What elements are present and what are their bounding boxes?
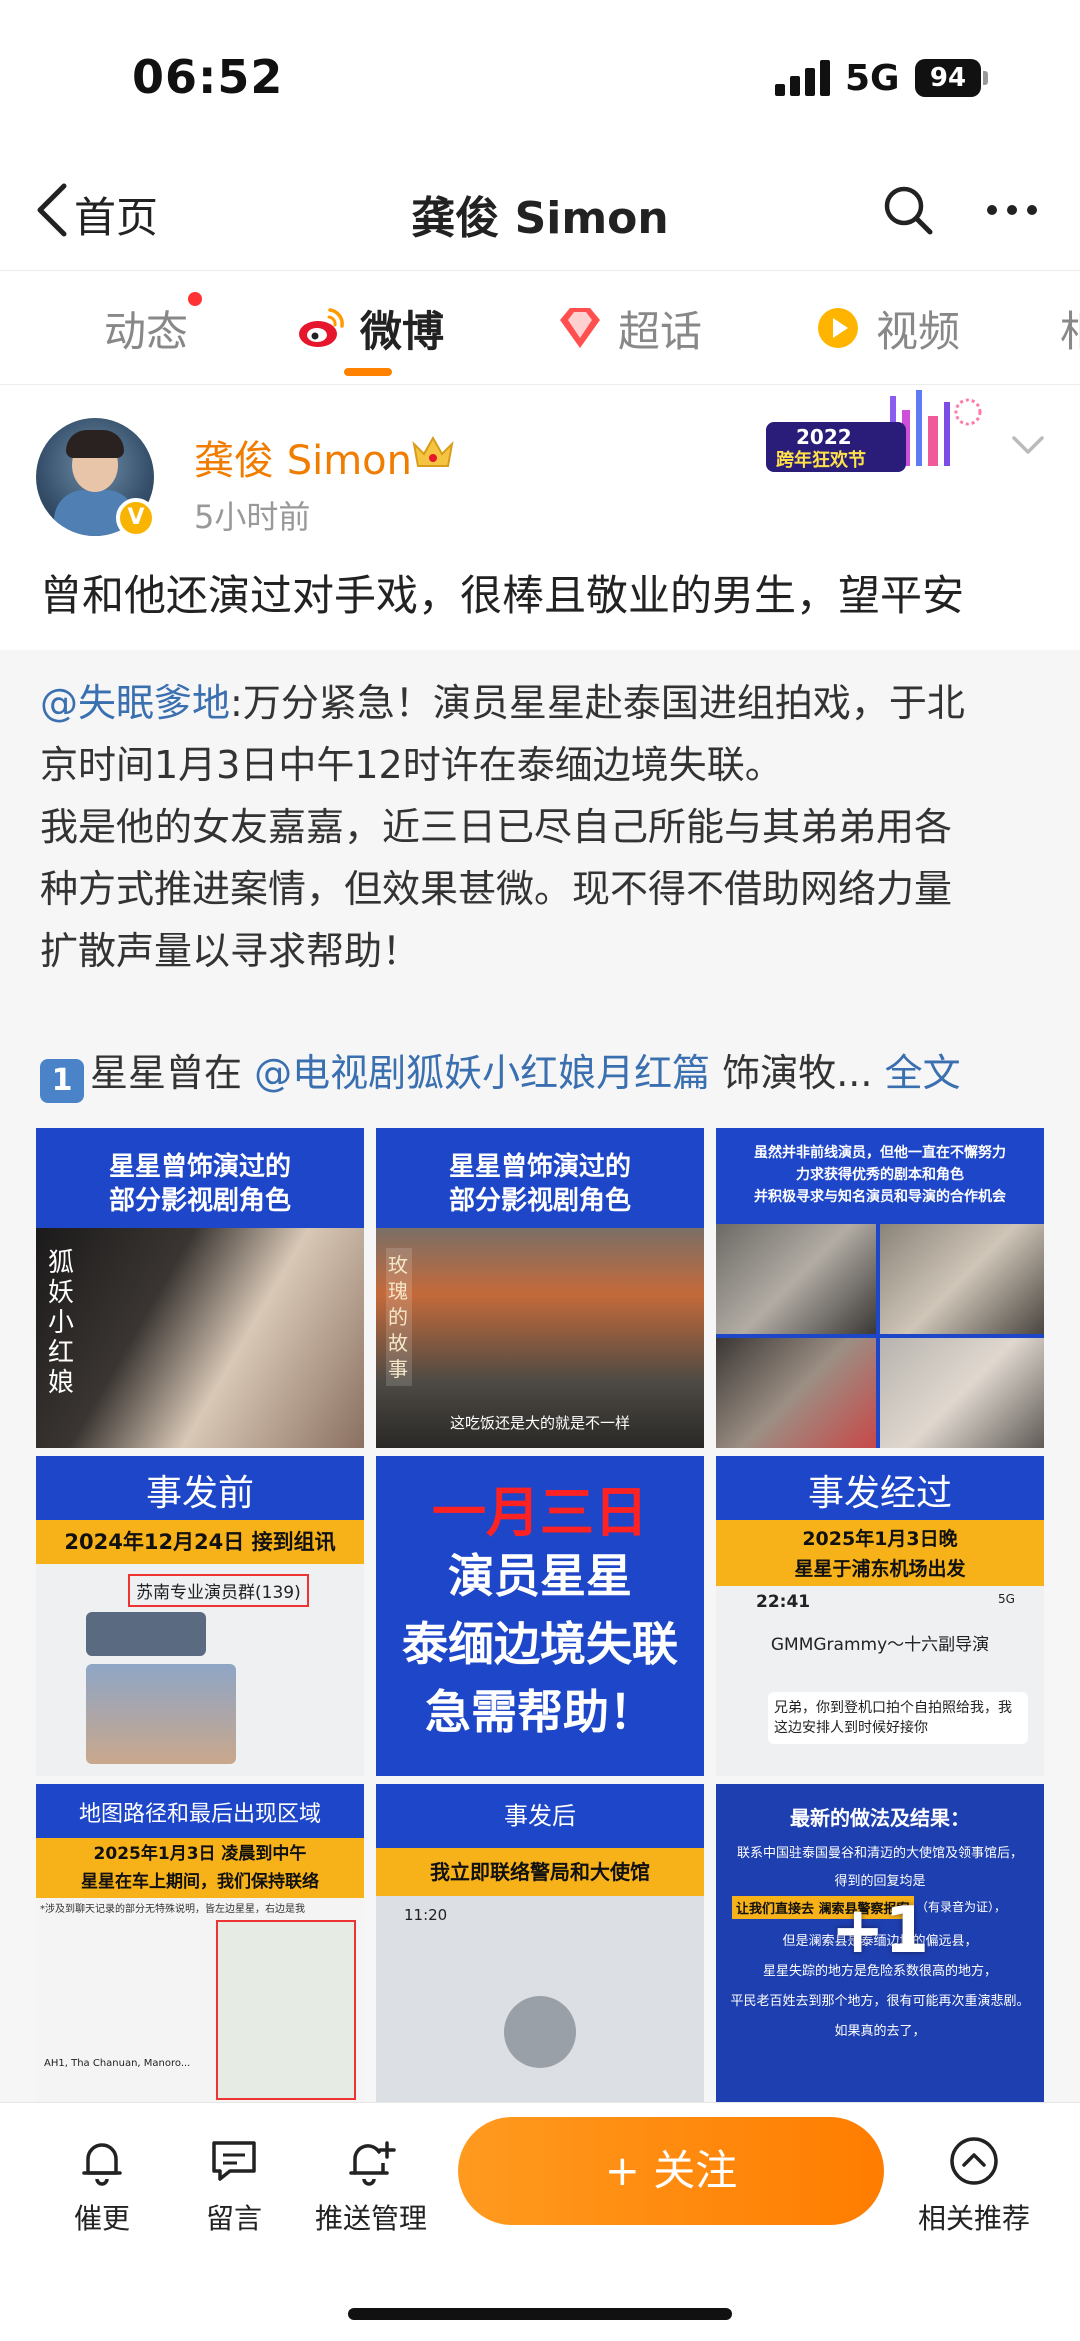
message-icon xyxy=(212,2141,256,2181)
repost-text: @失眠爹地:万分紧急！演员星星赴泰国进组拍戏，于北 京时间1月3日中午12时许在… xyxy=(40,681,965,973)
push-settings-button[interactable]: 推送管理 xyxy=(306,2133,436,2237)
search-icon[interactable] xyxy=(880,182,936,238)
image-thumbnail[interactable]: 虽然并非前线演员，但他一直在不懈努力 力求获得优秀的剧本和角色 并积极寻求与知名… xyxy=(716,1128,1044,1448)
status-time: 06:52 xyxy=(132,50,284,104)
remind-update-button[interactable]: 催更 xyxy=(42,2133,162,2237)
video-play-icon xyxy=(818,308,858,348)
image-thumbnail[interactable]: 地图路径和最后出现区域 2025年1月3日 凌晨到中午 星星在车上期间，我们保持… xyxy=(36,1784,364,2104)
tab-photos[interactable]: 相 xyxy=(1060,298,1080,358)
tab-supertopic[interactable]: 超话 xyxy=(554,298,702,358)
image-thumbnail[interactable]: 事发前 2024年12月24日 接到组讯 苏南专业演员群(139) xyxy=(36,1456,364,1776)
repost-card[interactable]: @失眠爹地:万分紧急！演员星星赴泰国进组拍戏，于北 京时间1月3日中午12时许在… xyxy=(0,650,1080,2104)
mention-link[interactable]: @失眠爹地 xyxy=(40,681,230,725)
image-thumbnail[interactable]: 最新的做法及结果： 联系中国驻泰国曼谷和清迈的大使馆及领事馆后， 得到的回复均是… xyxy=(716,1784,1044,2104)
post-text: 曾和他还演过对手戏，很棒且敬业的男生，望平安 xyxy=(40,571,965,620)
tab-label: 超话 xyxy=(618,306,703,356)
related-recommend-button[interactable]: 相关推荐 xyxy=(904,2133,1044,2237)
mention-link[interactable]: @电视剧狐妖小红娘月红篇 xyxy=(254,1051,710,1095)
image-thumbnail[interactable]: 星星曾饰演过的 部分影视剧角色 狐妖小红娘 xyxy=(36,1128,364,1448)
bottom-action-bar: 催更 留言 推送管理 + 关注 相关推荐 xyxy=(0,2102,1080,2341)
nav-header: 首页 龚俊 Simon xyxy=(0,160,1080,270)
chevron-up-circle-icon xyxy=(950,2137,998,2185)
more-images-count: +1 xyxy=(830,1894,930,1968)
home-indicator xyxy=(348,2308,732,2320)
follow-button[interactable]: + 关注 xyxy=(458,2117,884,2225)
message-button[interactable]: 留言 xyxy=(174,2133,294,2237)
battery-tip xyxy=(983,71,988,85)
verified-badge-icon: V xyxy=(116,498,156,538)
image-thumbnail[interactable]: 事发经过 2025年1月3日晚 星星于浦东机场出发 22:41 5G GMMGr… xyxy=(716,1456,1044,1776)
svg-text:跨年狂欢节: 跨年狂欢节 xyxy=(776,449,866,471)
notification-dot xyxy=(188,292,202,306)
divider xyxy=(0,384,1080,385)
profile-tabs: 动态 微博 超话 视频 相 xyxy=(0,278,1080,382)
image-grid: 星星曾饰演过的 部分影视剧角色 狐妖小红娘 星星曾饰演过的 部分影视剧角色 玫瑰… xyxy=(36,1128,1044,2104)
tab-weibo[interactable]: 微博 xyxy=(296,298,444,358)
image-thumbnail[interactable]: 一月三日 演员星星 泰缅边境失联 急需帮助！ xyxy=(376,1456,704,1776)
weibo-logo-icon xyxy=(299,308,344,347)
tab-label: 视频 xyxy=(876,306,961,356)
divider xyxy=(0,270,1080,271)
active-tab-indicator xyxy=(344,368,392,376)
festival-banner: 2022 跨年狂欢节 xyxy=(766,390,982,472)
chevron-down-icon[interactable] xyxy=(1008,424,1048,464)
svg-text:2022: 2022 xyxy=(796,425,852,449)
signal-icon xyxy=(775,60,831,96)
crown-badge-icon xyxy=(412,435,454,467)
battery-icon: 94 xyxy=(915,59,981,97)
tab-label: 动态 xyxy=(104,306,189,356)
diamond-icon xyxy=(560,308,600,348)
status-bar: 06:52 5G 94 xyxy=(0,0,1080,150)
full-text-link[interactable]: 全文 xyxy=(885,1051,961,1095)
bell-icon xyxy=(82,2143,122,2186)
network-type: 5G xyxy=(845,58,900,99)
image-thumbnail[interactable]: 星星曾饰演过的 部分影视剧角色 玫瑰的故事 这吃饭还是大的就是不一样 xyxy=(376,1128,704,1448)
repost-text-line: 1 星星曾在 @电视剧狐妖小红娘月红篇 饰演牧... 全文 xyxy=(40,1042,961,1103)
tab-label: 微博 xyxy=(360,306,445,356)
tab-label: 相 xyxy=(1060,298,1080,359)
bell-plus-icon xyxy=(349,2141,396,2186)
more-icon[interactable] xyxy=(984,182,1040,238)
image-thumbnail[interactable]: 事发后 我立即联络警局和大使馆 11:20 xyxy=(376,1784,704,2104)
post-username[interactable]: 龚俊 Simon xyxy=(194,428,412,486)
keycap-one-icon: 1 xyxy=(40,1059,84,1103)
post-time: 5小时前 xyxy=(194,498,311,536)
tab-video[interactable]: 视频 xyxy=(812,298,960,358)
tab-dynamic[interactable]: 动态 xyxy=(104,298,188,358)
